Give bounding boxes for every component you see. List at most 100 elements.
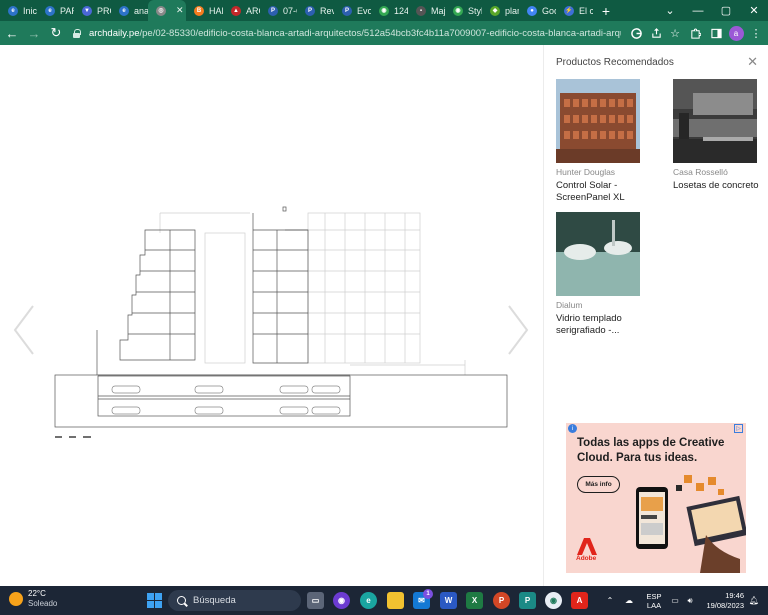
browser-tab[interactable]: ⚡ El ci — [556, 0, 593, 21]
browser-tab[interactable]: ▼ PRC — [74, 0, 111, 21]
network-icon[interactable]: ▭ — [668, 586, 682, 615]
system-clock[interactable]: 19:46 19/08/2023 — [702, 591, 744, 611]
url-text[interactable]: archdaily.pe/pe/02-85330/edificio-costa-… — [89, 28, 621, 39]
tab-favicon-icon: P — [305, 5, 315, 16]
tab-favicon-icon: ▼ — [82, 5, 92, 16]
tab-label: anal — [134, 5, 148, 16]
forward-arrow-icon[interactable]: → — [24, 23, 44, 43]
acrobat-icon[interactable]: A — [571, 592, 588, 609]
tab-label: Evol — [357, 5, 371, 16]
product-card[interactable]: Dialum Vidrio templado serigrafiado -... — [556, 212, 646, 337]
tab-favicon-icon: ◆ — [490, 5, 500, 16]
new-tab-button[interactable]: + — [597, 3, 615, 19]
browser-tab[interactable]: ▲ ARC — [223, 0, 260, 21]
publisher-icon[interactable]: P — [519, 592, 536, 609]
browser-tab[interactable]: eanal — [111, 0, 148, 21]
product-image[interactable] — [673, 79, 757, 163]
language-code: ESP — [646, 592, 662, 601]
taskbar-search-box[interactable]: Búsqueda — [168, 590, 301, 611]
tab-search-chevron-icon[interactable]: ⌄ — [656, 0, 684, 21]
profile-avatar[interactable]: a — [726, 21, 746, 45]
tab-label: Goo — [542, 5, 556, 16]
tab-label: Revi — [320, 5, 334, 16]
google-lens-icon[interactable] — [626, 21, 646, 45]
windows-start-button[interactable] — [147, 593, 162, 608]
product-name[interactable]: Vidrio templado serigrafiado -... — [556, 313, 646, 337]
product-name[interactable]: Losetas de concreto — [673, 180, 763, 192]
product-image[interactable] — [556, 79, 640, 163]
product-image[interactable] — [556, 212, 640, 296]
address-bar[interactable]: archdaily.pe/pe/02-85330/edificio-costa-… — [66, 24, 621, 42]
back-arrow-icon[interactable]: ← — [2, 23, 22, 43]
tab-favicon-icon: e — [119, 5, 129, 16]
powerpoint-icon[interactable]: P — [493, 592, 510, 609]
chat-icon[interactable]: ◉ — [333, 592, 350, 609]
image-viewer — [0, 45, 543, 586]
weather-condition: Soleado — [28, 599, 58, 608]
excel-icon[interactable]: X — [466, 592, 483, 609]
adchoices-icon[interactable]: ▷ — [734, 424, 743, 433]
tab-favicon-icon: ▪ — [416, 5, 426, 16]
ad-info-icon[interactable]: i — [568, 424, 577, 433]
file-explorer-icon[interactable] — [387, 592, 404, 609]
task-view-icon[interactable]: ▭ — [307, 592, 324, 609]
mail-badge: 1 — [423, 589, 433, 599]
browser-tab[interactable]: ◆ plan — [482, 0, 519, 21]
close-panel-button[interactable]: ✕ — [747, 54, 758, 70]
side-panel-icon[interactable] — [706, 21, 726, 45]
product-card[interactable]: Casa Rosselló Losetas de concreto — [673, 79, 763, 192]
tab-label: El ci — [579, 5, 593, 16]
close-tab-icon[interactable]: ✕ — [176, 5, 184, 16]
tab-label: 07-C — [283, 5, 297, 16]
browser-tab[interactable]: ▪ Maj — [408, 0, 445, 21]
close-window-button[interactable]: ✕ — [740, 0, 768, 21]
reload-icon[interactable]: ↻ — [46, 23, 66, 43]
profile-initial: a — [728, 25, 744, 41]
browser-tab[interactable]: B HAE — [186, 0, 223, 21]
onedrive-icon[interactable]: ☁ — [622, 586, 636, 615]
tab-strip: eIniciePAR▼PRCeanal◎✕BHAE▲ARCP07-CPReviP… — [0, 0, 768, 21]
product-name[interactable]: Control Solar - ScreenPanel XL — [556, 180, 646, 204]
minimize-button[interactable]: — — [684, 0, 712, 21]
edge-icon[interactable]: e — [360, 592, 377, 609]
browser-tab[interactable]: P Revi — [297, 0, 334, 21]
tab-favicon-icon: ◉ — [379, 5, 389, 16]
bookmark-star-icon[interactable]: ☆ — [665, 21, 685, 45]
tab-favicon-icon: P — [268, 5, 278, 16]
extensions-puzzle-icon[interactable] — [685, 21, 705, 45]
clock-date: 19/08/2023 — [706, 601, 744, 610]
chrome-icon[interactable]: ◉ — [545, 592, 562, 609]
browser-menu-icon[interactable]: ⋮ — [746, 21, 766, 45]
notifications-bell-icon[interactable]: 🔔︎ — [748, 586, 760, 615]
previous-image-button[interactable] — [10, 300, 38, 360]
tab-favicon-icon: B — [194, 5, 204, 16]
browser-tab[interactable]: e Inici — [0, 0, 37, 21]
weather-temperature: 22°C — [28, 589, 46, 598]
ad-more-info-button[interactable]: Más info — [577, 476, 620, 493]
advertisement-banner[interactable]: i ▷ Todas las apps de Creative Cloud. Pa… — [566, 423, 746, 573]
volume-icon[interactable]: 🔊︎ — [684, 586, 696, 615]
word-icon[interactable]: W — [440, 592, 457, 609]
lock-icon[interactable] — [72, 28, 81, 38]
browser-tab[interactable]: e PAR — [37, 0, 74, 21]
weather-widget[interactable]: 22°C Soleado — [9, 589, 57, 609]
tab-label: ARC — [246, 5, 260, 16]
url-path: /pe/02-85330/edificio-costa-blanca-artad… — [139, 27, 621, 39]
maximize-button[interactable]: ▢ — [712, 0, 740, 21]
browser-tab[interactable]: P 07-C — [260, 0, 297, 21]
language-indicator[interactable]: ESP LAA — [644, 592, 664, 610]
browser-tab[interactable]: ◉ 124 — [371, 0, 408, 21]
ad-headline: Todas las apps de Creative Cloud. Para t… — [577, 437, 725, 464]
browser-tab[interactable]: ◉ Styl — [445, 0, 482, 21]
browser-tab[interactable]: ◎ ✕ — [148, 0, 186, 21]
browser-tab[interactable]: P Evol — [334, 0, 371, 21]
tray-overflow-chevron-icon[interactable]: ⌃ — [604, 586, 616, 615]
clock-time: 19:46 — [725, 591, 744, 600]
product-card[interactable]: Hunter Douglas Control Solar - ScreenPan… — [556, 79, 646, 204]
tab-label: 124 — [394, 5, 408, 16]
keyboard-layout: LAA — [646, 601, 662, 610]
browser-tab[interactable]: ● Goo — [519, 0, 556, 21]
share-icon[interactable] — [646, 21, 666, 45]
building-section-drawing — [54, 206, 508, 438]
tab-label: HAE — [209, 5, 223, 16]
